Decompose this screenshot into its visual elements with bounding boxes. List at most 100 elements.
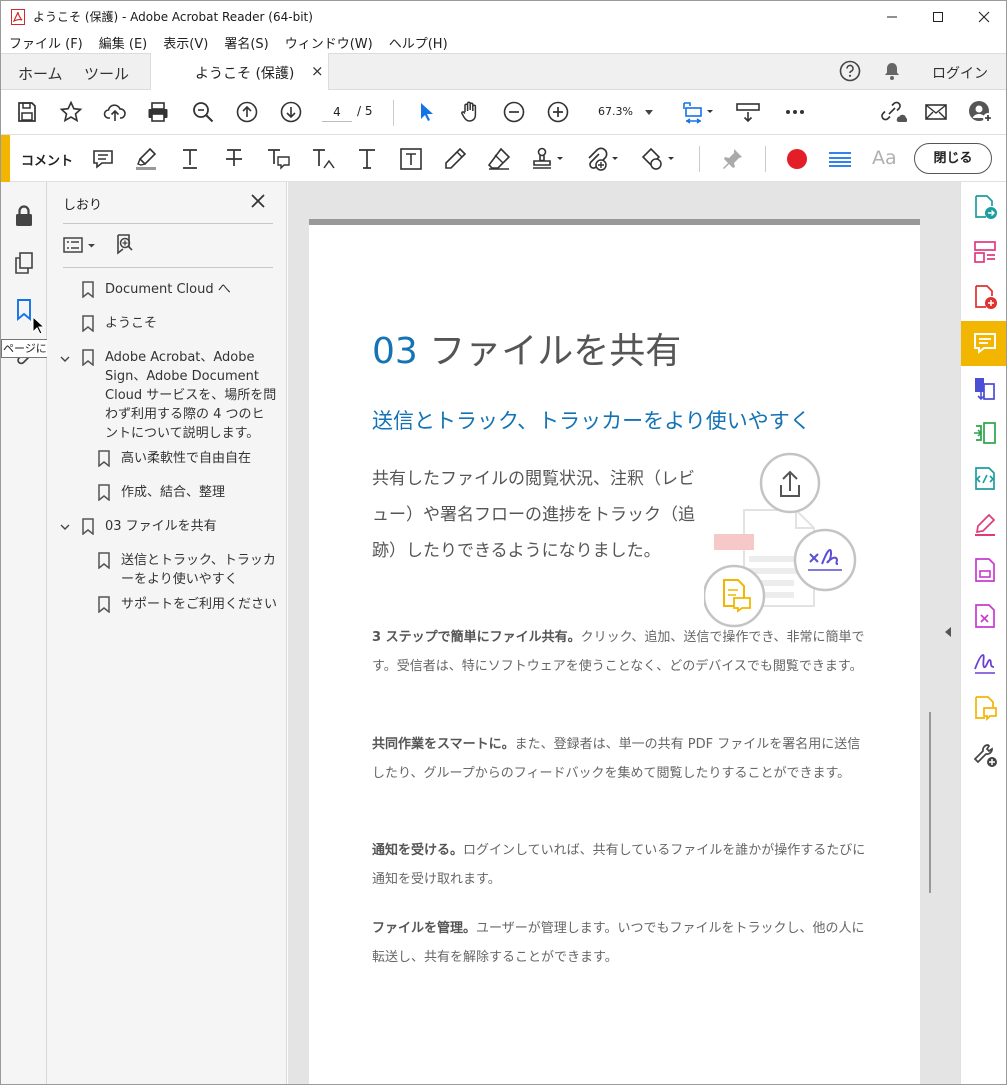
- maximize-button[interactable]: [915, 1, 961, 32]
- chevron-down-icon[interactable]: [59, 521, 71, 533]
- pin-icon[interactable]: [719, 146, 745, 172]
- bookmark-options-icon[interactable]: [63, 235, 99, 255]
- bookmark-label: 03 ファイルを共有: [105, 519, 217, 534]
- combine-files-icon[interactable]: [972, 375, 998, 401]
- document-view[interactable]: 03 ファイルを共有 送信とトラック、トラッカーをより使いやすく 共有したファイ…: [288, 182, 960, 1084]
- hand-tool-icon[interactable]: [458, 100, 482, 124]
- close-comment-button[interactable]: 閉じる: [914, 143, 992, 174]
- page-number-input[interactable]: 4: [322, 102, 352, 122]
- more-options-icon[interactable]: [783, 100, 807, 124]
- bookmark-label: Adobe Acrobat、Adobe Sign、Adobe Document …: [105, 350, 277, 441]
- text-style-icon[interactable]: Aa: [872, 147, 897, 169]
- page-total: / 5: [357, 104, 373, 118]
- pdf-page: 03 ファイルを共有 送信とトラック、トラッカーをより使いやすく 共有したファイ…: [309, 219, 920, 1084]
- acrobat-window: ようこそ (保護) - Adobe Acrobat Reader (64-bit…: [0, 0, 1007, 1085]
- close-window-button[interactable]: [961, 1, 1006, 32]
- bookmark-label: Document Cloud へ: [105, 282, 231, 297]
- menu-help[interactable]: ヘルプ(H): [381, 33, 456, 52]
- email-icon[interactable]: [924, 100, 948, 124]
- expand-right-panel-icon[interactable]: [945, 627, 951, 637]
- more-tools-icon[interactable]: [972, 742, 998, 768]
- line-width-icon[interactable]: [827, 146, 853, 172]
- minimize-icon: [887, 16, 897, 17]
- menu-sign[interactable]: 署名(S): [216, 33, 276, 52]
- fit-page-icon[interactable]: [681, 100, 715, 124]
- shapes-icon[interactable]: [640, 146, 678, 172]
- new-bookmark-icon[interactable]: [115, 233, 137, 257]
- tab-home[interactable]: ホーム: [18, 63, 63, 84]
- page-thumbnails-icon[interactable]: [13, 251, 35, 275]
- send-comments-icon[interactable]: [972, 695, 998, 721]
- bookmark-icon: [98, 484, 110, 501]
- fill-sign-icon[interactable]: [972, 512, 998, 538]
- vertical-scrollbar[interactable]: [929, 712, 931, 893]
- tab-close-icon[interactable]: ×: [311, 62, 324, 80]
- help-icon[interactable]: [839, 60, 861, 82]
- text-box-icon[interactable]: [398, 146, 424, 172]
- eraser-icon[interactable]: [486, 146, 512, 172]
- zoom-select[interactable]: 67.3%: [593, 102, 659, 122]
- stamp-icon[interactable]: [530, 146, 566, 172]
- zoom-in-icon[interactable]: [546, 100, 570, 124]
- protect-pdf-icon[interactable]: [972, 603, 998, 629]
- underline-text-icon[interactable]: [177, 146, 203, 172]
- share-illustration: [704, 452, 857, 628]
- edit-pdf-icon[interactable]: [972, 239, 998, 265]
- bookmark-star-icon[interactable]: [59, 100, 83, 124]
- notification-bell-icon[interactable]: [882, 61, 902, 81]
- section-title: 03 ファイルを共有: [372, 322, 681, 374]
- chevron-down-icon[interactable]: [59, 353, 71, 365]
- bookmarks-panel-title: しおり: [63, 198, 103, 213]
- bookmark-icon: [82, 281, 94, 298]
- zoom-value: 67.3%: [598, 105, 633, 118]
- insert-text-icon[interactable]: [310, 146, 336, 172]
- tab-document[interactable]: ようこそ (保護) ×: [150, 53, 329, 90]
- add-text-icon[interactable]: [354, 146, 380, 172]
- bookmark-label: 作成、結合、整理: [121, 485, 226, 500]
- organize-pages-icon[interactable]: [972, 420, 998, 446]
- add-user-icon[interactable]: [968, 100, 994, 124]
- request-signature-icon[interactable]: [972, 649, 998, 675]
- minimize-button[interactable]: [869, 1, 915, 32]
- paragraph-heading: 共同作業をスマートに。: [372, 737, 515, 752]
- menu-window[interactable]: ウィンドウ(W): [277, 33, 381, 52]
- left-navigation-rail: [1, 182, 47, 1084]
- bookmarks-icon[interactable]: [15, 298, 33, 322]
- zoom-out-icon[interactable]: [502, 100, 526, 124]
- sticky-note-icon[interactable]: [90, 146, 116, 172]
- attach-file-icon[interactable]: [584, 146, 622, 172]
- zoom-search-icon[interactable]: [191, 100, 215, 124]
- select-cursor-icon[interactable]: [414, 100, 438, 124]
- bookmark-label: 送信とトラック、トラッカーをより使いやすく: [121, 553, 276, 587]
- pencil-draw-icon[interactable]: [442, 146, 468, 172]
- login-link[interactable]: ログイン: [932, 63, 988, 83]
- share-link-icon[interactable]: [879, 100, 907, 124]
- tab-tools[interactable]: ツール: [84, 63, 129, 84]
- strikethrough-text-icon[interactable]: [221, 146, 247, 172]
- color-picker-icon[interactable]: [784, 146, 810, 172]
- highlight-icon[interactable]: [133, 146, 159, 172]
- comment-tool-icon[interactable]: [972, 330, 998, 356]
- replace-text-icon[interactable]: [265, 146, 291, 172]
- compress-pdf-icon[interactable]: [972, 557, 998, 583]
- upload-cloud-icon[interactable]: [103, 100, 127, 124]
- panel-divider: [63, 267, 273, 268]
- close-panel-icon[interactable]: [249, 192, 267, 210]
- save-icon[interactable]: [15, 100, 39, 124]
- menu-view[interactable]: 表示(V): [155, 33, 216, 52]
- scroll-mode-icon[interactable]: [735, 100, 761, 124]
- lock-icon[interactable]: [13, 204, 35, 228]
- next-page-icon[interactable]: [279, 100, 303, 124]
- export-pdf-icon[interactable]: [972, 194, 998, 220]
- tab-document-label: ようこそ (保護): [195, 66, 295, 82]
- menu-file[interactable]: ファイル (F): [1, 33, 91, 52]
- previous-page-icon[interactable]: [235, 100, 259, 124]
- lead-paragraph: 共有したファイルの閲覧状況、注釈（レビュー）や署名フローの進捗をトラック（追跡）…: [372, 469, 695, 561]
- print-icon[interactable]: [146, 100, 170, 124]
- panel-divider: [63, 223, 273, 224]
- menu-edit[interactable]: 編集 (E): [91, 33, 156, 52]
- create-pdf-icon[interactable]: [972, 284, 998, 310]
- scan-ocr-icon[interactable]: [972, 466, 998, 492]
- acrobat-app-icon: [11, 8, 25, 25]
- bookmark-icon: [98, 450, 110, 467]
